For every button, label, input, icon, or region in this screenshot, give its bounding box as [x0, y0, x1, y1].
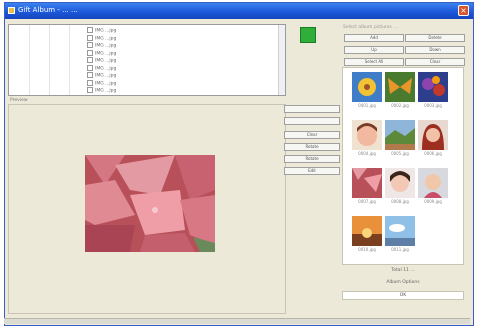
- album-options-label: Album Options: [386, 280, 420, 285]
- viewer-label: Preview: [10, 98, 28, 103]
- file-name: IMG ...jpg: [95, 43, 117, 49]
- thumbnail-caption: 0005.jpg: [391, 151, 409, 156]
- main-image: [85, 155, 215, 252]
- thumbnail-image: [385, 216, 415, 246]
- ok-button[interactable]: OK: [342, 291, 464, 300]
- file-list-item[interactable]: IMG ...jpg: [87, 57, 116, 64]
- checkbox[interactable]: [87, 79, 93, 86]
- up-button[interactable]: Up: [344, 46, 404, 54]
- album-count: Total 11 ...: [391, 268, 415, 273]
- picture-icon[interactable]: [300, 27, 316, 43]
- thumbnail-caption: 0002.jpg: [391, 103, 409, 108]
- thumbnail-caption: 0001.jpg: [358, 103, 376, 108]
- rotate-left-button[interactable]: Rotate: [284, 143, 340, 151]
- file-name: IMG ...jpg: [95, 58, 117, 64]
- checkbox[interactable]: [87, 42, 93, 48]
- thumbnail-image: [352, 120, 382, 150]
- file-list-item[interactable]: IMG ...jpg: [87, 64, 117, 72]
- file-name: IMG ...jpg: [95, 66, 117, 71]
- file-list-item[interactable]: IMG ...jpg: [87, 87, 116, 94]
- action-button[interactable]: [284, 117, 340, 125]
- action-button[interactable]: [284, 105, 340, 113]
- thumbnail-image: [418, 168, 448, 198]
- list-column-divider: [29, 25, 30, 95]
- thumbnail-panel: 0001.jpg 0002.jpg 0003.jpg 0004.jpg 0005.jpg…: [342, 67, 464, 265]
- checkbox[interactable]: [87, 34, 93, 41]
- edit-button[interactable]: Edit: [284, 167, 340, 175]
- thumbnail-image: [352, 216, 382, 246]
- thumbnail-image: [418, 120, 448, 150]
- file-name: IMG ...jpg: [95, 36, 117, 41]
- thumbnail-caption: 0009.jpg: [424, 199, 442, 204]
- list-column-divider: [69, 25, 70, 95]
- rotate-right-button[interactable]: Rotate: [284, 155, 340, 163]
- file-list[interactable]: IMG ...jpg IMG ...jpg IMG ...jpg IMG ...jpg…: [8, 24, 286, 96]
- thumbnail-caption: 0006.jpg: [424, 151, 442, 156]
- file-name: IMG ...jpg: [95, 73, 117, 79]
- checkbox[interactable]: [87, 72, 93, 78]
- list-column-divider: [49, 25, 50, 95]
- file-list-item[interactable]: IMG ...jpg: [87, 79, 117, 87]
- thumbnail-image: [385, 120, 415, 150]
- add-button[interactable]: Add: [344, 34, 404, 42]
- thumbnail-caption: 0004.jpg: [358, 151, 376, 156]
- thumbnail-image: [352, 168, 382, 198]
- file-name: IMG ...jpg: [95, 81, 117, 86]
- file-name: IMG ...jpg: [95, 51, 117, 56]
- checkbox[interactable]: [87, 57, 93, 63]
- image-viewer: [8, 104, 286, 314]
- thumbnail-image: [352, 72, 382, 102]
- file-list-item[interactable]: IMG ...jpg: [87, 34, 117, 42]
- thumbnail-caption: 0008.jpg: [391, 199, 409, 204]
- thumbnail-image: [418, 72, 448, 102]
- file-list-scrollbar[interactable]: [278, 25, 285, 95]
- thumbnail-image: [385, 168, 415, 198]
- select-all-button[interactable]: Select All: [344, 58, 404, 66]
- checkbox[interactable]: [87, 27, 93, 33]
- title-bar[interactable]: Gift Album - ... ... ×: [5, 3, 473, 19]
- thumbnail-caption: 0010.jpg: [358, 247, 376, 252]
- checkbox[interactable]: [87, 87, 93, 93]
- checkbox[interactable]: [87, 49, 93, 56]
- status-bar: [4, 318, 470, 324]
- file-list-item[interactable]: IMG ...jpg: [87, 72, 116, 79]
- file-name: IMG ...jpg: [95, 28, 117, 34]
- file-list-item[interactable]: IMG ...jpg: [87, 27, 116, 34]
- clear-selection-button[interactable]: Clear: [405, 58, 465, 66]
- thumbnail-image: [385, 72, 415, 102]
- clear-button[interactable]: Clear: [284, 131, 340, 139]
- file-list-item[interactable]: IMG ...jpg: [87, 42, 116, 49]
- checkbox[interactable]: [87, 64, 93, 71]
- close-icon[interactable]: ×: [458, 5, 469, 16]
- thumbnail-caption: 0007.jpg: [358, 199, 376, 204]
- right-panel-title: Select album pictures ...: [343, 25, 398, 30]
- file-list-item[interactable]: IMG ...jpg: [87, 49, 117, 57]
- down-button[interactable]: Down: [405, 46, 465, 54]
- file-name: IMG ...jpg: [95, 88, 117, 94]
- thumbnail-caption: 0011.jpg: [391, 247, 409, 252]
- delete-button[interactable]: Delete: [405, 34, 465, 42]
- app-icon: [8, 7, 15, 14]
- window-title: Gift Album - ... ...: [18, 6, 78, 14]
- thumbnail-caption: 0003.jpg: [424, 103, 442, 108]
